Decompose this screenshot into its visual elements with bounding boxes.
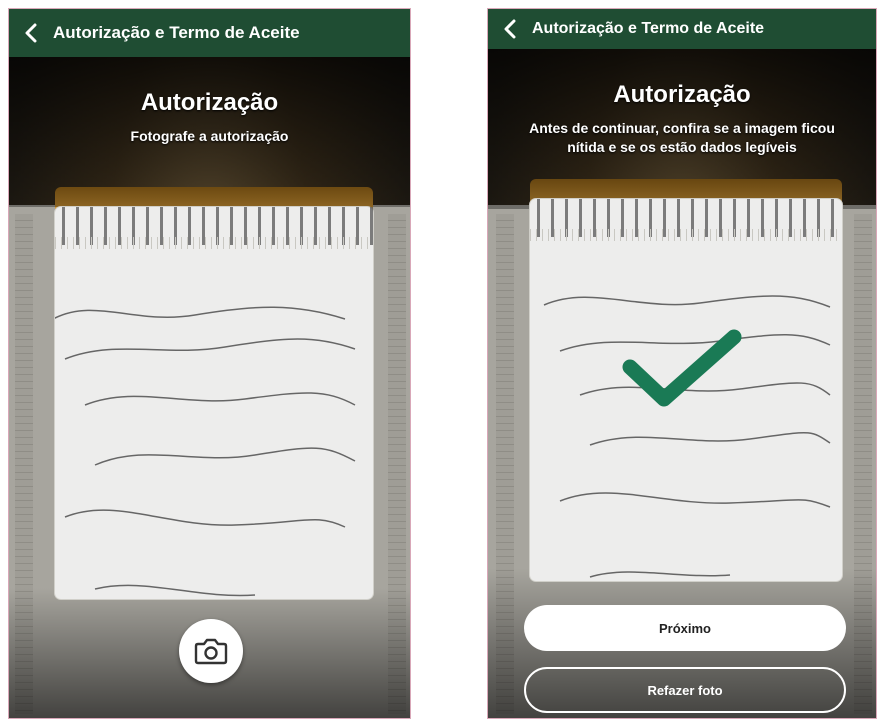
next-button[interactable]: Próximo: [524, 605, 846, 651]
back-button[interactable]: [488, 9, 532, 49]
header-title: Autorização e Termo de Aceite: [53, 23, 300, 42]
capture-screen: Autorização e Termo de Aceite Autorizaçã…: [8, 8, 411, 719]
screen-title: Autorização: [140, 89, 279, 116]
camera-icon: [194, 638, 228, 665]
screen-subtitle: Fotografe a autorização: [130, 128, 289, 144]
screen-subtitle-line2: nítida e se os estão dados legíveis: [567, 139, 797, 155]
review-screen: Autorização e Termo de Aceite Autorizaçã…: [487, 8, 877, 719]
header-title: Autorização e Termo de Aceite: [532, 20, 765, 37]
app-header: Autorização e Termo de Aceite: [9, 9, 410, 57]
checkmark-icon: [622, 329, 742, 407]
back-button[interactable]: [9, 9, 53, 57]
app-header: Autorização e Termo de Aceite: [488, 9, 876, 49]
chevron-left-icon: [504, 19, 516, 39]
chevron-left-icon: [25, 23, 37, 43]
screen-title: Autorização: [613, 81, 751, 108]
retake-photo-button[interactable]: Refazer foto: [524, 667, 846, 713]
handwritten-lines: [55, 306, 356, 597]
take-photo-button[interactable]: [179, 619, 243, 683]
paper-sheet: [55, 207, 373, 599]
screen-subtitle-line1: Antes de continuar, confira se a imagem …: [529, 120, 835, 136]
